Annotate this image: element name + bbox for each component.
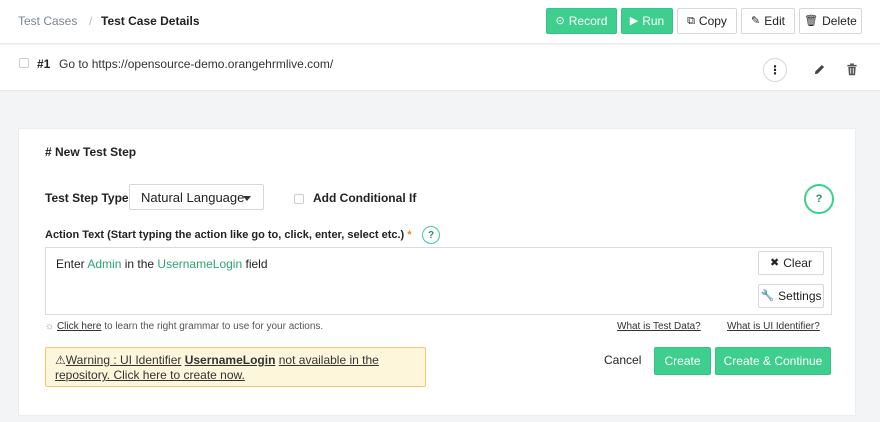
test-data-token[interactable]: Admin — [87, 257, 121, 271]
close-icon: ✖ — [770, 256, 780, 269]
chevron-down-icon — [243, 196, 251, 201]
create-and-continue-button[interactable]: Create & Continue — [715, 347, 831, 375]
edit-step-icon[interactable] — [810, 60, 828, 78]
copy-button[interactable]: ⧉ Copy — [677, 8, 737, 34]
settings-button[interactable]: 🔧 Settings — [758, 284, 824, 308]
edit-button[interactable]: ✎ Edit — [741, 8, 795, 34]
new-test-step-card: # New Test Step Test Step Type Natural L… — [18, 128, 856, 416]
warning-banner[interactable]: ⚠Warning : UI Identifier UsernameLogin n… — [45, 347, 426, 387]
trash-icon: 🗑 — [804, 14, 819, 27]
run-button[interactable]: ▶ Run — [621, 8, 673, 34]
record-button[interactable]: ⊙ Record — [546, 8, 617, 34]
conditional-checkbox[interactable] — [294, 194, 304, 204]
delete-step-icon[interactable] — [843, 60, 861, 78]
page-header: Test Cases / Test Case Details ⊙ Record … — [0, 0, 880, 44]
delete-button[interactable]: 🗑 Delete — [799, 8, 862, 34]
grammar-help-link[interactable]: Click here — [57, 321, 101, 332]
breadcrumb-separator: / — [89, 14, 93, 28]
cancel-button[interactable]: Cancel — [604, 353, 641, 367]
pencil-icon: ✎ — [751, 14, 761, 27]
wrench-icon: 🔧 — [760, 289, 775, 302]
step-url: https://opensource-demo.orangehrmlive.co… — [91, 57, 334, 71]
copy-icon: ⧉ — [687, 14, 695, 27]
more-options-button[interactable]: ⋮ — [763, 58, 787, 82]
page-title: Test Case Details — [101, 14, 200, 28]
step-description: Go to https://opensource-demo.orangehrml… — [59, 57, 334, 71]
test-data-help-link[interactable]: What is Test Data? — [617, 321, 701, 332]
action-text-label: Action Text (Start typing the action lik… — [45, 229, 412, 241]
step-number: #1 — [37, 57, 51, 71]
create-button[interactable]: Create — [654, 347, 711, 375]
action-help-icon[interactable]: ? — [422, 226, 440, 244]
clear-button[interactable]: ✖ Clear — [758, 251, 824, 275]
create-identifier-link[interactable]: repository. Click here to create now. — [55, 368, 245, 382]
lightbulb-icon: ☼ — [45, 321, 55, 332]
action-text-editor[interactable]: Enter Admin in the UsernameLogin field ✖… — [45, 247, 832, 315]
step-type-label: Test Step Type — [45, 191, 129, 205]
grammar-hint: ☼ Click here to learn the right grammar … — [45, 321, 324, 332]
breadcrumb-test-cases[interactable]: Test Cases — [18, 14, 77, 28]
ui-identifier-token[interactable]: UsernameLogin — [157, 257, 242, 271]
conditional-label: Add Conditional If — [313, 191, 417, 205]
test-step-row: #1 Go to https://opensource-demo.orangeh… — [0, 45, 880, 91]
play-icon: ▶ — [629, 14, 639, 27]
ui-identifier-help-link[interactable]: What is UI Identifier? — [727, 321, 820, 332]
record-icon: ⊙ — [555, 14, 565, 27]
action-text-content: Enter Admin in the UsernameLogin field — [56, 257, 268, 271]
step-checkbox[interactable] — [19, 58, 29, 68]
card-title: # New Test Step — [45, 145, 137, 159]
required-marker: * — [407, 229, 412, 241]
warning-icon: ⚠ — [55, 353, 66, 367]
step-type-select[interactable]: Natural Language — [129, 184, 264, 210]
help-icon[interactable]: ? — [804, 184, 834, 214]
missing-identifier: UsernameLogin — [184, 353, 276, 367]
